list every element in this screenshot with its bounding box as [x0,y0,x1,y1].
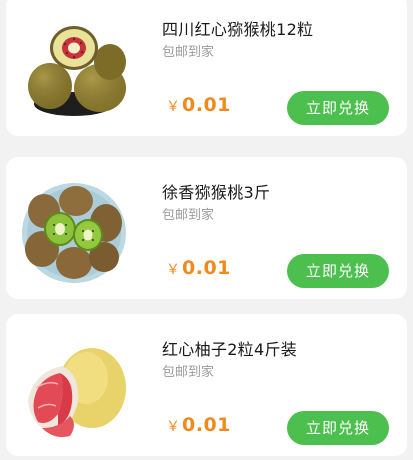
currency-symbol: ￥ [166,419,180,435]
redeem-button[interactable]: 立即兑换 [287,411,389,445]
product-title: 徐香猕猴桃3斤 [162,183,271,202]
product-price: ￥ 0.01 [166,94,231,116]
price-value: 0.01 [182,94,231,116]
product-card[interactable]: 四川红心猕猴桃12粒 包邮到家 ￥ 0.01 立即兑换 [6,0,407,136]
product-price: ￥ 0.01 [166,414,231,436]
product-subtitle: 包邮到家 [162,365,215,380]
product-card[interactable]: 红心柚子2粒4斤装 包邮到家 ￥ 0.01 立即兑换 [6,314,407,456]
currency-symbol: ￥ [166,99,180,115]
product-subtitle: 包邮到家 [162,45,215,60]
green-kiwi-image[interactable] [20,171,128,289]
redeem-button[interactable]: 立即兑换 [287,91,389,125]
price-value: 0.01 [182,257,231,279]
currency-symbol: ￥ [166,262,180,278]
red-kiwi-image[interactable] [20,8,128,126]
product-list: 四川红心猕猴桃12粒 包邮到家 ￥ 0.01 立即兑换 徐香猕猴桃3斤 包邮到家… [0,0,413,460]
product-title: 红心柚子2粒4斤装 [162,340,298,359]
product-title: 四川红心猕猴桃12粒 [162,20,314,39]
product-price: ￥ 0.01 [166,257,231,279]
product-card[interactable]: 徐香猕猴桃3斤 包邮到家 ￥ 0.01 立即兑换 [6,157,407,299]
red-pomelo-image[interactable] [20,328,128,446]
product-subtitle: 包邮到家 [162,208,215,223]
price-value: 0.01 [182,414,231,436]
redeem-button[interactable]: 立即兑换 [287,254,389,288]
